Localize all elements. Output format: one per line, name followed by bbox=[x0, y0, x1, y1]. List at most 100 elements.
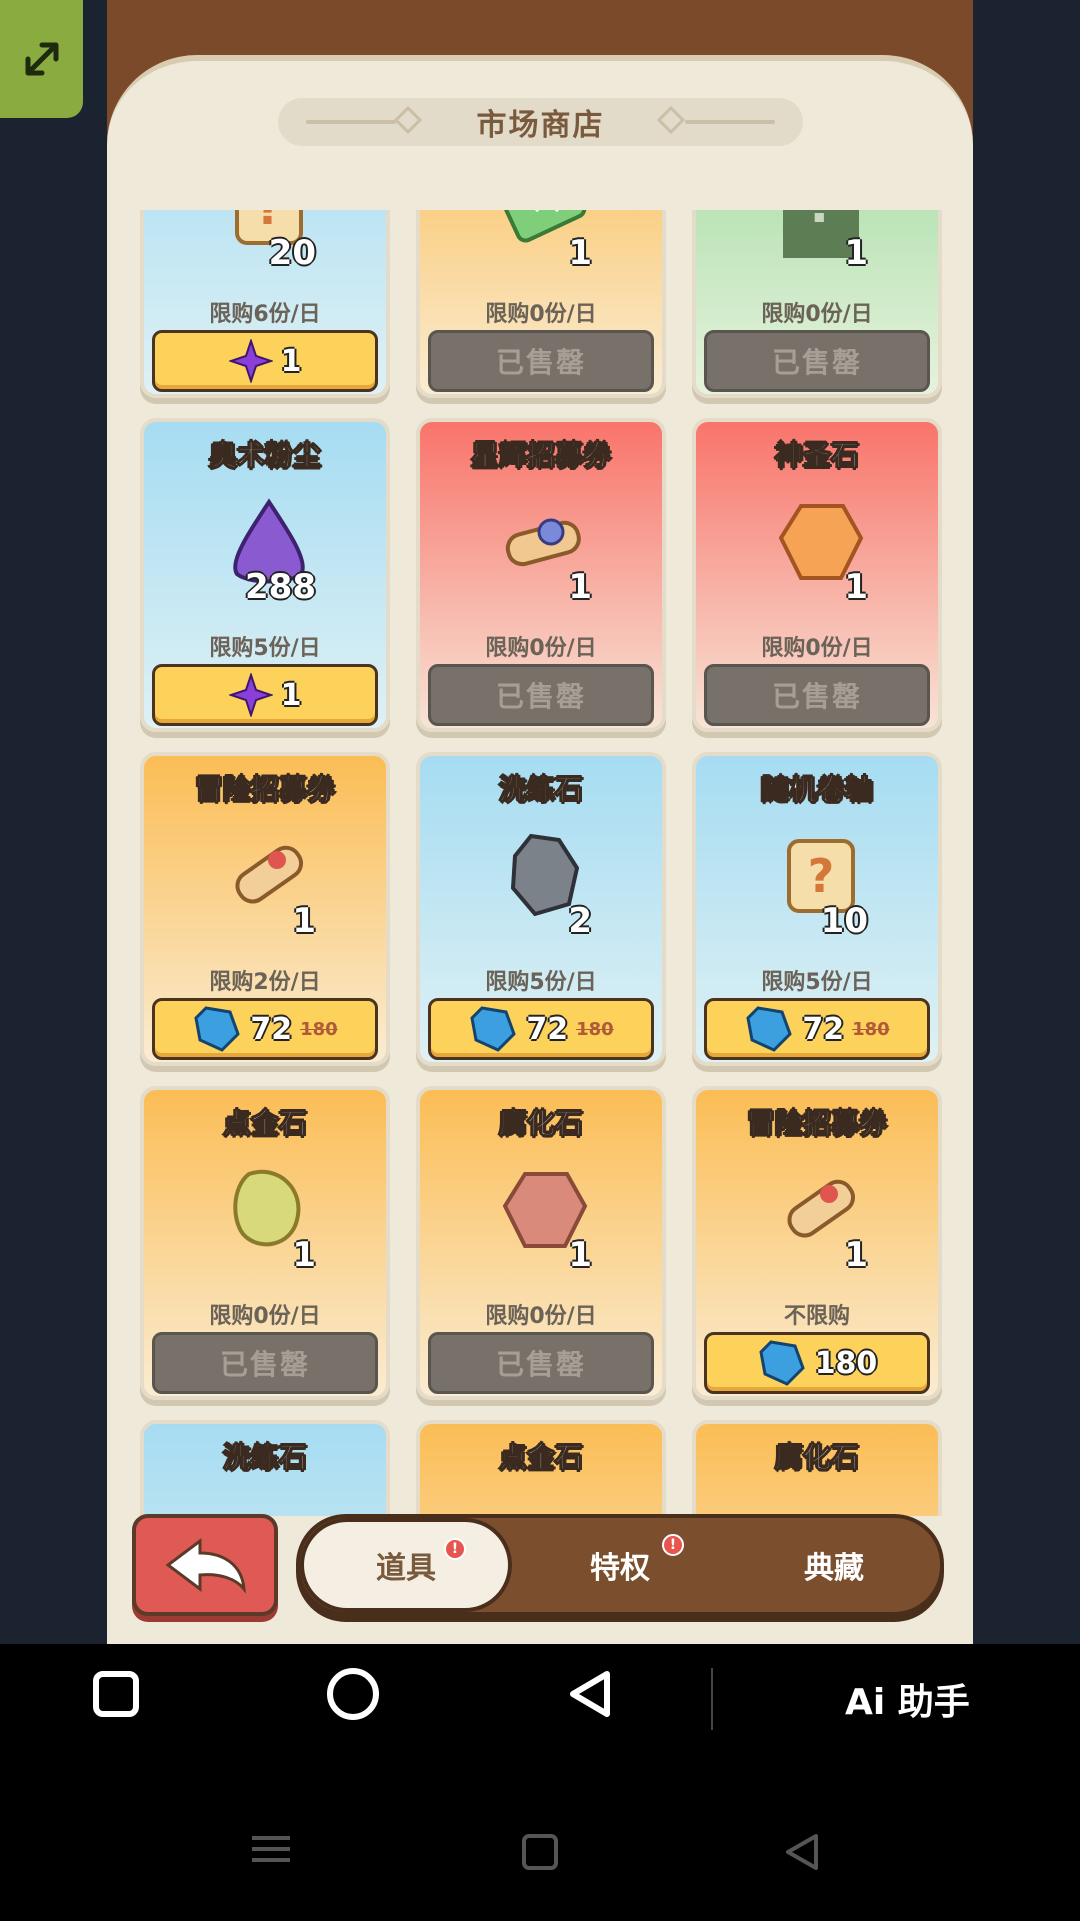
sold-out-button: 已售罄 bbox=[152, 1332, 378, 1394]
sold-out-button: 已售罄 bbox=[428, 1332, 654, 1394]
shop-item-card[interactable]: 冒险招募券 1 不限购 180 bbox=[692, 1086, 942, 1400]
shop-item-card[interactable]: 腐化石 bbox=[692, 1420, 942, 1516]
arcane-star-icon bbox=[228, 339, 273, 383]
purchase-limit: 限购0份/日 bbox=[761, 636, 873, 661]
sold-out-button: 已售罄 bbox=[428, 664, 654, 726]
shop-item-card[interactable]: ? 20 限购6份/日 1 bbox=[140, 210, 390, 398]
purchase-limit: 限购0份/日 bbox=[485, 1304, 597, 1329]
shop-item-card[interactable]: 洗练石 bbox=[140, 1420, 390, 1516]
buy-button[interactable]: 72 180 bbox=[704, 998, 930, 1060]
item-quantity: 1 bbox=[844, 567, 868, 607]
page-title: 市场商店 bbox=[476, 108, 605, 143]
shop-title-bar: 市场商店 bbox=[278, 98, 803, 146]
item-quantity: 10 bbox=[820, 901, 868, 941]
item-grid: ? 20 限购6份/日 1 1 限购0份/日 已售罄 ? 1 限购0份/日 已售… bbox=[130, 210, 950, 1516]
back-triangle-icon[interactable] bbox=[782, 1832, 822, 1872]
title-diamond-icon bbox=[393, 105, 423, 135]
shop-item-card[interactable]: 点金石 1 限购0份/日 已售罄 bbox=[140, 1086, 390, 1400]
item-name: 洗练石 bbox=[222, 1441, 307, 1475]
shop-item-card[interactable]: 洗练石 2 限购5份/日 72 180 bbox=[416, 752, 666, 1066]
shop-item-card[interactable]: 星辉招募券 1 限购0份/日 已售罄 bbox=[416, 418, 666, 732]
menu-icon[interactable] bbox=[252, 1836, 290, 1840]
purchase-limit: 限购6份/日 bbox=[209, 302, 321, 327]
shop-item-card[interactable]: 腐化石 1 限购0份/日 已售罄 bbox=[416, 1086, 666, 1400]
svg-text:?: ? bbox=[256, 210, 283, 235]
arcane-star-icon bbox=[228, 673, 273, 717]
original-price: 180 bbox=[576, 1018, 614, 1040]
tab-collection[interactable]: 典藏 bbox=[728, 1518, 940, 1612]
price: 72 bbox=[802, 1011, 845, 1047]
purchase-limit: 限购5份/日 bbox=[761, 970, 873, 995]
sold-out-label: 已售罄 bbox=[495, 346, 586, 379]
buy-button[interactable]: 1 bbox=[152, 330, 378, 392]
shop-item-card[interactable]: 随机卷轴 ? 10 限购5份/日 72 180 bbox=[692, 752, 942, 1066]
back-nav-icon[interactable] bbox=[565, 1668, 617, 1720]
purchase-limit: 不限购 bbox=[783, 1304, 850, 1329]
shop-item-card[interactable]: 冒险招募券 1 限购2份/日 72 180 bbox=[140, 752, 390, 1066]
expand-arrow-icon bbox=[25, 42, 58, 76]
buy-button[interactable]: 72 180 bbox=[152, 998, 378, 1060]
item-quantity: 1 bbox=[292, 1235, 316, 1275]
blue-crystal-icon bbox=[746, 1006, 793, 1052]
blue-crystal-icon bbox=[759, 1340, 805, 1386]
title-diamond-icon bbox=[656, 105, 686, 135]
buy-button[interactable]: 1 bbox=[152, 664, 378, 726]
sold-out-label: 已售罄 bbox=[495, 680, 586, 713]
shop-item-card[interactable]: 1 限购0份/日 已售罄 bbox=[416, 210, 666, 398]
item-quantity: 1 bbox=[568, 1235, 592, 1275]
item-name: 星辉招募券 bbox=[470, 439, 611, 473]
recent-apps-icon[interactable] bbox=[93, 1671, 139, 1717]
original-price: 180 bbox=[852, 1018, 890, 1040]
original-price: 180 bbox=[300, 1018, 338, 1040]
purchase-limit: 限购0份/日 bbox=[485, 636, 597, 661]
sold-out-label: 已售罄 bbox=[771, 346, 862, 379]
item-quantity: 1 bbox=[568, 233, 592, 273]
purchase-limit: 限购0份/日 bbox=[209, 1304, 321, 1329]
price: 72 bbox=[526, 1011, 569, 1047]
notification-badge: ! bbox=[662, 1534, 684, 1556]
item-name: 冒险招募券 bbox=[194, 773, 335, 807]
notification-badge: ! bbox=[444, 1538, 466, 1560]
shop-item-card[interactable]: 奥术粉尘 288 限购5份/日 1 bbox=[140, 418, 390, 732]
home-icon[interactable] bbox=[327, 1668, 379, 1720]
price: 180 bbox=[814, 1345, 878, 1381]
item-quantity: 1 bbox=[568, 567, 592, 607]
svg-text:?: ? bbox=[808, 849, 835, 903]
sold-out-button: 已售罄 bbox=[704, 664, 930, 726]
item-quantity: 2 bbox=[568, 901, 592, 941]
nav-divider bbox=[711, 1668, 713, 1730]
item-name: 神圣石 bbox=[774, 439, 859, 473]
price: 72 bbox=[250, 1011, 293, 1047]
secondary-nav-bar bbox=[0, 1800, 1080, 1921]
tab-bar: 道具 ! 特权 ! 典藏 bbox=[296, 1514, 944, 1616]
item-quantity: 1 bbox=[292, 901, 316, 941]
game-screen: 市场商店 ? 20 限购6份/日 1 1 限购0份/日 已售罄 ? 1 限购0份… bbox=[0, 0, 1080, 1644]
back-button[interactable] bbox=[132, 1514, 278, 1616]
item-name: 点金石 bbox=[498, 1441, 583, 1475]
tab-items[interactable]: 道具 ! bbox=[300, 1518, 512, 1612]
tab-privileges[interactable]: 特权 ! bbox=[514, 1518, 726, 1612]
sold-out-label: 已售罄 bbox=[771, 680, 862, 713]
tab-label: 典藏 bbox=[804, 1551, 864, 1586]
expand-button[interactable] bbox=[0, 0, 83, 118]
tab-label: 特权 bbox=[590, 1551, 650, 1586]
item-quantity: 1 bbox=[844, 233, 868, 273]
buy-button[interactable]: 180 bbox=[704, 1332, 930, 1394]
item-name: 冒险招募券 bbox=[746, 1107, 887, 1141]
item-name: 点金石 bbox=[222, 1107, 307, 1141]
item-name: 洗练石 bbox=[498, 773, 583, 807]
tab-label: 道具 bbox=[376, 1551, 436, 1586]
back-arrow-icon bbox=[165, 1538, 246, 1594]
item-name: 奥术粉尘 bbox=[208, 439, 321, 473]
shop-item-card[interactable]: 点金石 bbox=[416, 1420, 666, 1516]
square-nav-icon[interactable] bbox=[522, 1834, 558, 1870]
item-quantity: 1 bbox=[844, 1235, 868, 1275]
buy-button[interactable]: 72 180 bbox=[428, 998, 654, 1060]
shop-item-card[interactable]: ? 1 限购0份/日 已售罄 bbox=[692, 210, 942, 398]
shop-item-card[interactable]: 神圣石 1 限购0份/日 已售罄 bbox=[692, 418, 942, 732]
blue-crystal-icon bbox=[194, 1006, 241, 1052]
ai-assistant-button[interactable]: Ai 助手 bbox=[845, 1673, 970, 1725]
blue-crystal-icon bbox=[470, 1006, 517, 1052]
purchase-limit: 限购2份/日 bbox=[209, 970, 321, 995]
title-line-left bbox=[306, 120, 396, 124]
